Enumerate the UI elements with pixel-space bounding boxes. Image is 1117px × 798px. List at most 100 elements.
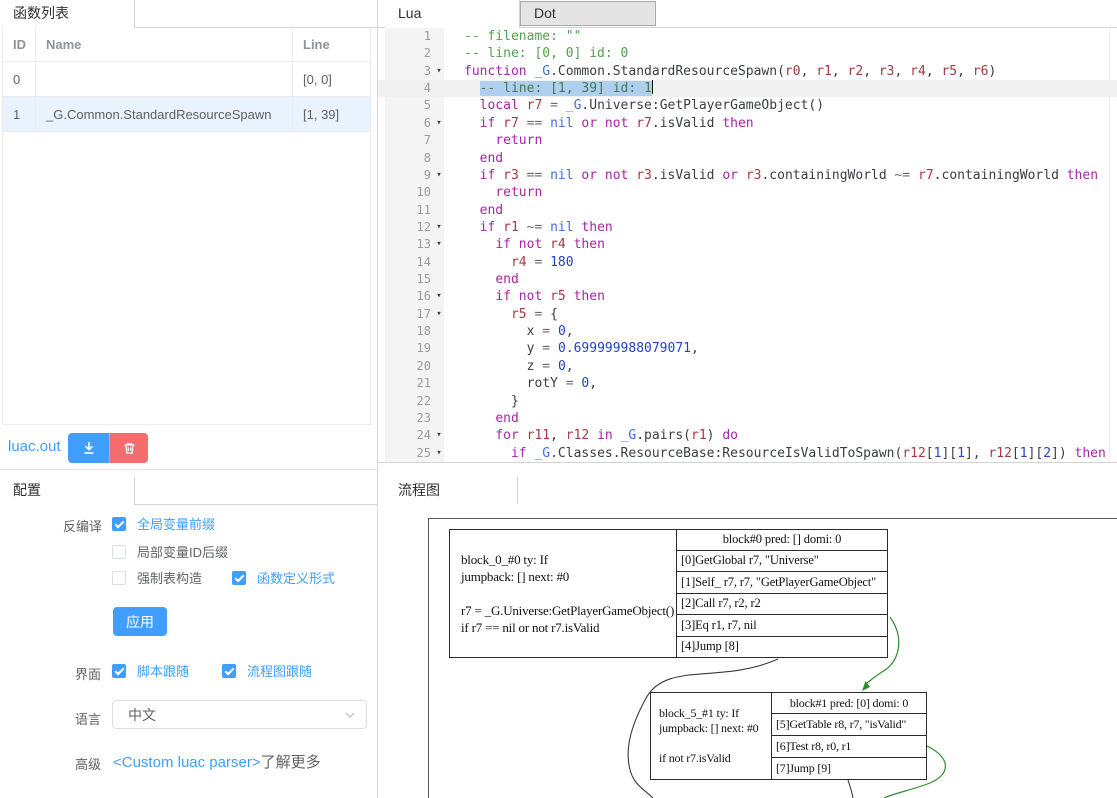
apply-button[interactable]: 应用 bbox=[113, 607, 167, 636]
line-number: 5 bbox=[378, 97, 431, 114]
fold-spacer bbox=[431, 150, 447, 167]
fold-arrow-icon[interactable]: ▾ bbox=[431, 219, 447, 236]
code-line[interactable]: 16▾ if not r5 then bbox=[378, 288, 1117, 305]
table-row[interactable]: 1_G.Common.StandardResourceSpawn[1, 39] bbox=[3, 97, 370, 132]
code-text: if r3 == nil or not r3.isValid or r3.con… bbox=[447, 167, 1098, 184]
code-line[interactable]: 1-- filename: "" bbox=[378, 28, 1117, 45]
chevron-down-icon bbox=[344, 709, 356, 721]
col-header-name: Name bbox=[36, 27, 293, 62]
table-row[interactable]: 0 [0, 0] bbox=[3, 62, 370, 97]
checkbox-icon[interactable] bbox=[112, 545, 126, 559]
code-line[interactable]: 14 r4 = 180 bbox=[378, 254, 1117, 271]
learn-more-link[interactable]: 了解更多 bbox=[261, 754, 321, 771]
line-number: 22 bbox=[378, 393, 431, 410]
tab-flowchart[interactable]: 流程图 bbox=[385, 477, 518, 505]
code-text: if not r4 then bbox=[447, 236, 605, 253]
checkbox-flow-follow[interactable]: 流程图跟随 bbox=[222, 661, 312, 680]
code-line[interactable]: 24▾ for r11, r12 in _G.pairs(r1) do bbox=[378, 427, 1117, 444]
table-cell: [0, 0] bbox=[293, 62, 370, 97]
checkbox-func-def[interactable]: 函数定义形式 bbox=[232, 568, 335, 587]
checkbox-label[interactable]: 脚本跟随 bbox=[137, 661, 189, 680]
col-header-line: Line bbox=[293, 27, 370, 62]
fold-arrow-icon[interactable]: ▾ bbox=[431, 236, 447, 253]
language-select[interactable]: 中文 bbox=[112, 700, 367, 729]
download-button[interactable] bbox=[68, 433, 110, 463]
checkbox-label[interactable]: 流程图跟随 bbox=[247, 661, 312, 680]
code-line[interactable]: 4 -- line: [1, 39] id: 1 bbox=[378, 80, 1117, 97]
code-editor[interactable]: 1-- filename: ""2-- line: [0, 0] id: 03▾… bbox=[378, 28, 1117, 463]
fold-arrow-icon[interactable]: ▾ bbox=[431, 427, 447, 444]
checkbox-icon[interactable] bbox=[112, 517, 126, 531]
fold-arrow-icon[interactable]: ▾ bbox=[431, 288, 447, 305]
code-line[interactable]: 12▾ if r1 ~= nil then bbox=[378, 219, 1117, 236]
fold-spacer bbox=[431, 184, 447, 201]
function-list-tabbar: 函数列表 bbox=[0, 0, 377, 28]
line-number: 11 bbox=[378, 202, 431, 219]
fold-arrow-icon[interactable]: ▾ bbox=[431, 306, 447, 323]
checkbox-label[interactable]: 全局变量前缀 bbox=[137, 514, 215, 533]
config-tabbar: 配置 bbox=[0, 477, 377, 505]
custom-luac-parser-link[interactable]: <Custom luac parser>了解更多 bbox=[113, 751, 321, 772]
code-line[interactable]: 5 local r7 = _G.Universe:GetPlayerGameOb… bbox=[378, 97, 1117, 114]
checkbox-force-table[interactable]: 强制表构造 bbox=[112, 568, 202, 587]
download-icon bbox=[81, 440, 97, 456]
code-line[interactable]: 20 z = 0, bbox=[378, 358, 1117, 375]
checkbox-script-follow[interactable]: 脚本跟随 bbox=[112, 661, 189, 680]
function-table-header: ID Name Line bbox=[3, 27, 370, 62]
checkbox-icon[interactable] bbox=[222, 664, 236, 678]
fold-arrow-icon[interactable]: ▾ bbox=[431, 115, 447, 132]
code-text: return bbox=[447, 132, 542, 149]
code-line[interactable]: 9▾ if r3 == nil or not r3.isValid or r3.… bbox=[378, 167, 1117, 184]
fold-spacer bbox=[431, 45, 447, 62]
line-number: 25 bbox=[378, 445, 431, 462]
code-line[interactable]: 25▾ if _G.Classes.ResourceBase:ResourceI… bbox=[378, 445, 1117, 462]
fold-arrow-icon[interactable]: ▾ bbox=[431, 167, 447, 184]
delete-button[interactable] bbox=[110, 433, 148, 463]
code-line[interactable]: 15 end bbox=[378, 271, 1117, 288]
line-number: 16 bbox=[378, 288, 431, 305]
code-text: if not r5 then bbox=[447, 288, 605, 305]
code-line[interactable]: 17▾ r5 = { bbox=[378, 306, 1117, 323]
tab-dot[interactable]: Dot bbox=[520, 1, 656, 26]
code-line[interactable]: 7 return bbox=[378, 132, 1117, 149]
checkbox-icon[interactable] bbox=[112, 664, 126, 678]
code-line[interactable]: 8 end bbox=[378, 150, 1117, 167]
trash-icon bbox=[122, 441, 137, 456]
checkbox-local-id-suffix[interactable]: 局部变量ID后缀 bbox=[112, 542, 228, 561]
checkbox-label[interactable]: 函数定义形式 bbox=[257, 568, 335, 587]
code-line[interactable]: 21 rotY = 0, bbox=[378, 375, 1117, 392]
checkbox-icon[interactable] bbox=[112, 571, 126, 585]
code-line[interactable]: 19 y = 0.699999988079071, bbox=[378, 340, 1117, 357]
code-line[interactable]: 2-- line: [0, 0] id: 0 bbox=[378, 45, 1117, 62]
code-text: -- filename: "" bbox=[447, 28, 581, 45]
line-number: 7 bbox=[378, 132, 431, 149]
fold-arrow-icon[interactable]: ▾ bbox=[431, 445, 447, 462]
table-cell: 0 bbox=[3, 62, 36, 97]
code-line[interactable]: 18 x = 0, bbox=[378, 323, 1117, 340]
code-line[interactable]: 3▾function _G.Common.StandardResourceSpa… bbox=[378, 63, 1117, 80]
instruction-row: [3]Eq r1, r7, nil bbox=[677, 614, 887, 636]
fold-arrow-icon[interactable]: ▾ bbox=[431, 63, 447, 80]
tab-lua[interactable]: Lua bbox=[385, 0, 520, 28]
code-text: r4 = 180 bbox=[447, 254, 574, 271]
checkbox-label[interactable]: 局部变量ID后缀 bbox=[137, 542, 228, 561]
code-line[interactable]: 10 return bbox=[378, 184, 1117, 201]
checkbox-icon[interactable] bbox=[232, 571, 246, 585]
tab-config[interactable]: 配置 bbox=[0, 477, 135, 505]
code-line[interactable]: 13▾ if not r4 then bbox=[378, 236, 1117, 253]
code-line[interactable]: 23 end bbox=[378, 410, 1117, 427]
code-line[interactable]: 11 end bbox=[378, 202, 1117, 219]
code-line[interactable]: 6▾ if r7 == nil or not r7.isValid then bbox=[378, 115, 1117, 132]
checkbox-global-prefix[interactable]: 全局变量前缀 bbox=[112, 514, 215, 533]
file-name[interactable]: luac.out bbox=[8, 438, 61, 455]
block-header: block#0 pred: [] domi: 0 bbox=[677, 530, 887, 550]
checkbox-label[interactable]: 强制表构造 bbox=[137, 568, 202, 587]
tab-function-list[interactable]: 函数列表 bbox=[0, 0, 135, 28]
fold-spacer bbox=[431, 410, 447, 427]
line-number: 21 bbox=[378, 375, 431, 392]
fold-spacer bbox=[431, 340, 447, 357]
code-line[interactable]: 22 } bbox=[378, 393, 1117, 410]
code-text: x = 0, bbox=[447, 323, 574, 340]
line-number: 12 bbox=[378, 219, 431, 236]
flowchart-canvas[interactable]: block_0_#0 ty: Ifjumpback: [] next: #0 r… bbox=[378, 504, 1117, 798]
